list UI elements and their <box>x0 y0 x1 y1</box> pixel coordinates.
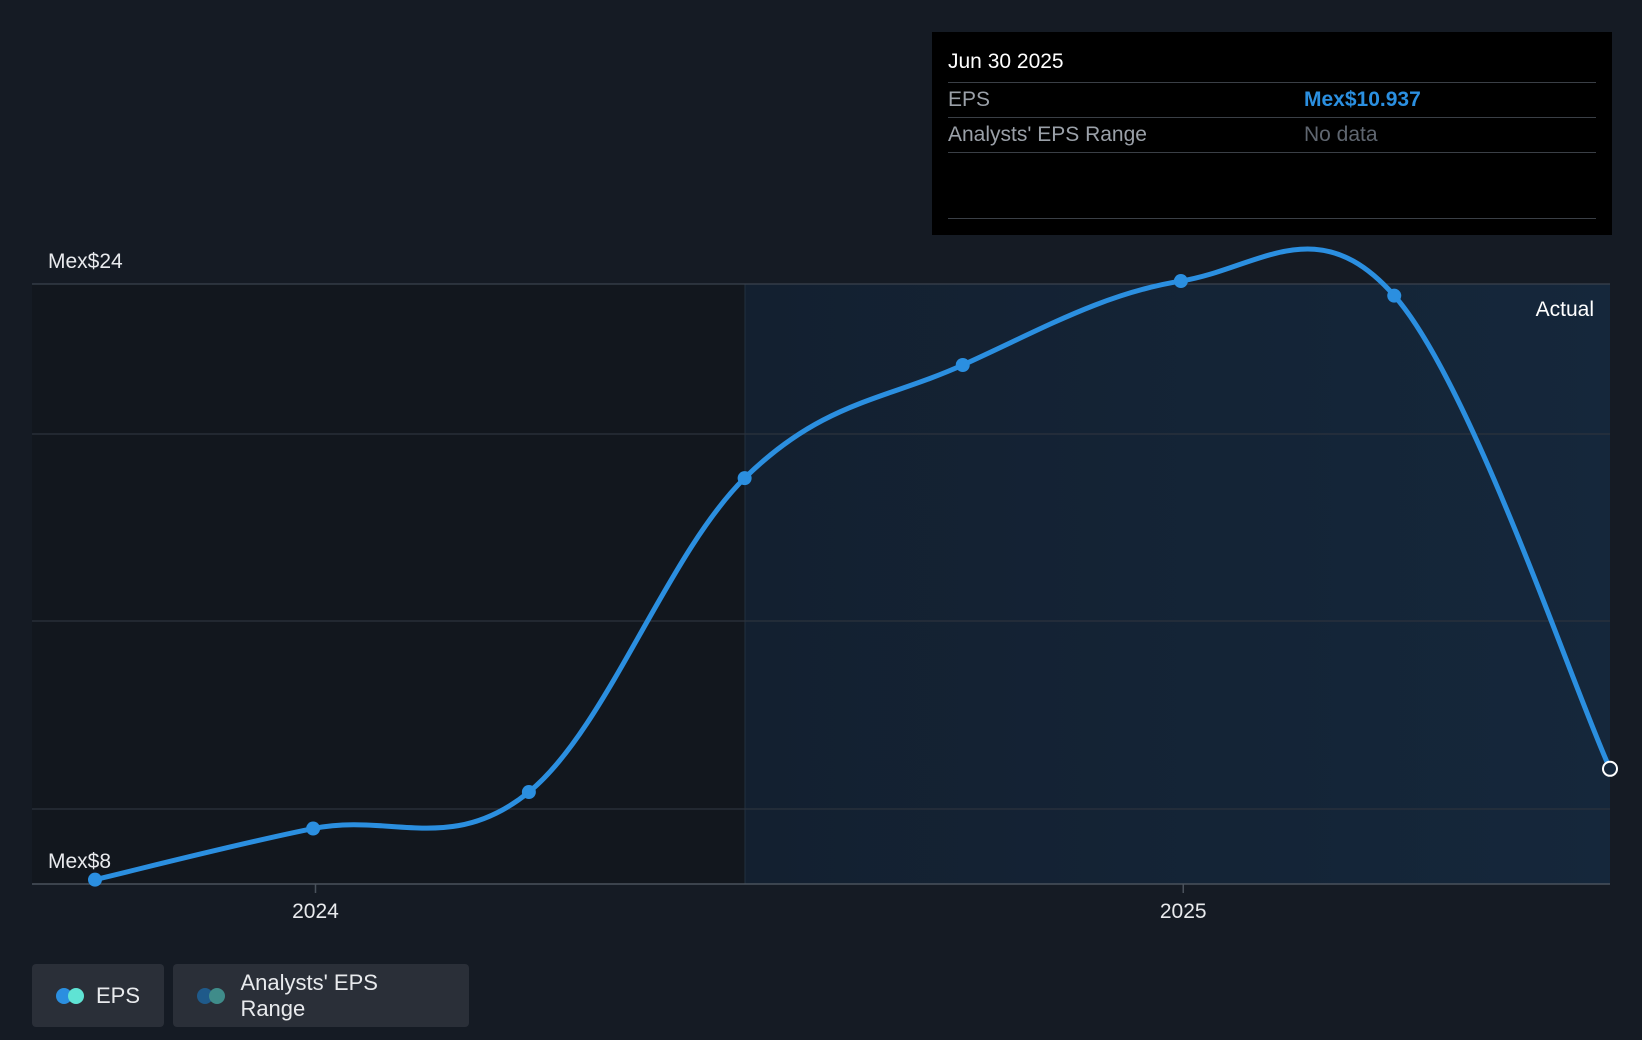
legend-dot <box>209 987 225 1004</box>
legend-label-analysts-range: Analysts' EPS Range <box>240 969 378 1021</box>
x-tick-label: 2025 <box>1160 900 1207 923</box>
tooltip-eps-label: EPS <box>948 88 991 111</box>
past-region <box>32 284 745 884</box>
eps-data-point[interactable] <box>88 872 102 887</box>
eps-data-point[interactable] <box>521 785 536 800</box>
legend-label-eps: EPS <box>95 982 140 1008</box>
x-axis-ticks: 2024 2025 <box>292 884 1207 923</box>
actual-region <box>745 284 1610 884</box>
tooltip: Jun 30 2025 EPS Mex$10.937 Analysts' EPS… <box>932 32 1612 235</box>
legend-item-eps[interactable]: EPS <box>32 964 164 1027</box>
analysts-range-legend-icon <box>197 987 226 1004</box>
y-axis-top-label: Mex$24 <box>48 250 123 273</box>
tooltip-range-value: No data <box>1304 123 1378 146</box>
eps-data-point[interactable] <box>1173 274 1188 289</box>
tooltip-row-range: Analysts' EPS Range No data <box>948 118 1596 153</box>
x-tick-label: 2024 <box>292 900 339 923</box>
eps-legend-icon <box>56 987 84 1004</box>
tooltip-range-label: Analysts' EPS Range <box>948 123 1147 146</box>
legend-dot <box>68 987 84 1004</box>
eps-data-point[interactable] <box>1387 288 1402 303</box>
tooltip-row-eps: EPS Mex$10.937 <box>948 83 1596 118</box>
eps-data-point[interactable] <box>306 821 321 836</box>
eps-data-point[interactable] <box>955 358 970 372</box>
tooltip-date: Jun 30 2025 <box>948 32 1596 83</box>
region-label: Actual <box>1536 298 1594 321</box>
eps-data-point[interactable] <box>1602 760 1618 777</box>
tooltip-eps-value: Mex$10.937 <box>1304 88 1421 111</box>
legend-item-analysts-range[interactable]: Analysts' EPS Range <box>173 964 469 1027</box>
y-axis-bottom-label: Mex$8 <box>48 850 111 873</box>
eps-data-point[interactable] <box>737 471 752 486</box>
tooltip-divider <box>948 218 1596 219</box>
legend: EPS Analysts' EPS Range <box>32 964 469 1027</box>
